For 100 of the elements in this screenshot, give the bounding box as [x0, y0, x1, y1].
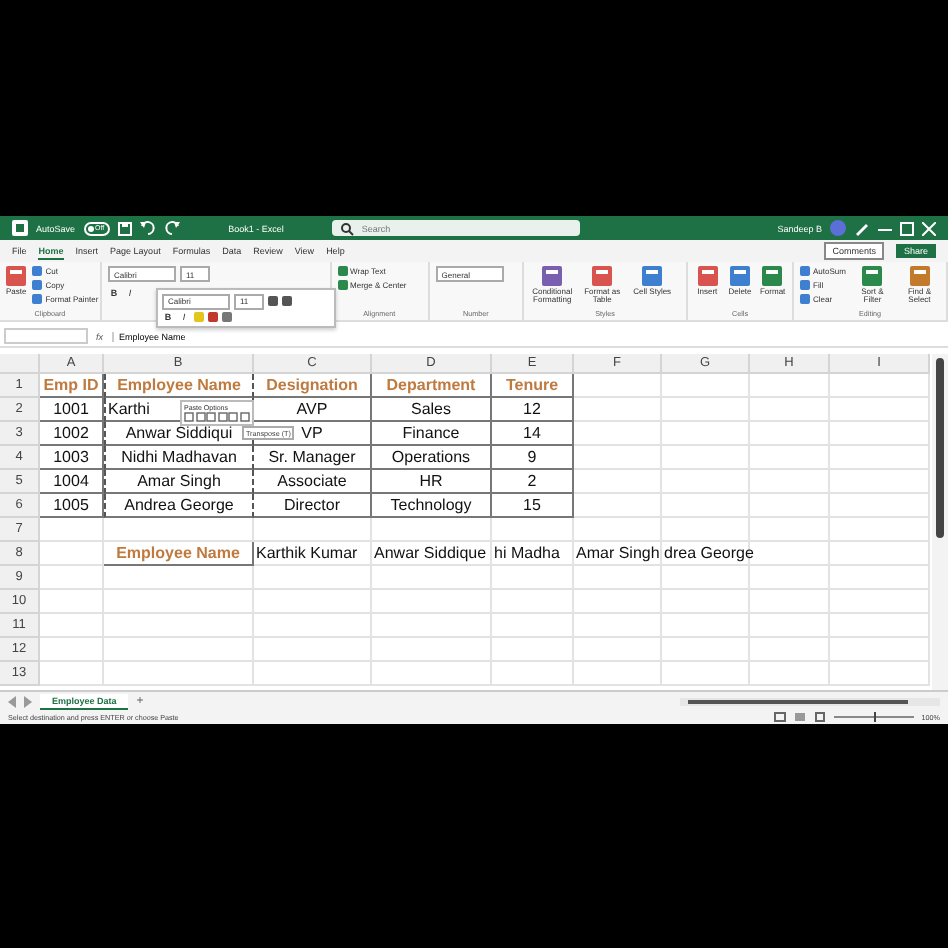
table-cell — [254, 614, 372, 638]
table-cell — [372, 518, 492, 542]
table-cell: 2 — [492, 470, 574, 494]
table-cell — [830, 590, 930, 614]
table-cell — [662, 470, 750, 494]
table-cell — [492, 614, 574, 638]
pen-icon[interactable] — [854, 220, 870, 236]
square-icon[interactable] — [282, 296, 292, 306]
square-icon[interactable] — [208, 312, 218, 322]
table-cell — [662, 518, 750, 542]
table-cell — [750, 590, 830, 614]
table-cell: 1005 — [40, 494, 104, 518]
left-arrow-icon[interactable] — [8, 695, 16, 707]
table-cell — [662, 638, 750, 662]
table-cell — [574, 566, 662, 590]
table-cell — [750, 518, 830, 542]
table-cell — [254, 566, 372, 590]
table-cell: Sr. Manager — [254, 446, 372, 470]
square-icon[interactable] — [222, 312, 232, 322]
vertical-scrollbar[interactable] — [932, 354, 948, 690]
table-cell: Tenure — [492, 374, 574, 398]
table-cell — [40, 662, 104, 686]
table-cell — [662, 494, 750, 518]
table-cell: Employee Name — [104, 374, 254, 398]
square-icon — [800, 266, 810, 276]
square-icon — [32, 280, 43, 290]
table-cell — [574, 494, 662, 518]
table-cell: Technology — [372, 494, 492, 518]
table-cell — [662, 614, 750, 638]
table-cell — [372, 614, 492, 638]
table-cell — [830, 422, 930, 446]
table-cell — [254, 518, 372, 542]
table-cell: Anwar Siddique — [372, 542, 492, 566]
table-cell — [254, 638, 372, 662]
table-cell: 1003 — [40, 446, 104, 470]
right-arrow-icon[interactable] — [24, 695, 32, 707]
table-cell — [492, 638, 574, 662]
table-cell — [750, 470, 830, 494]
table-cell — [750, 614, 830, 638]
horizontal-scrollbar[interactable] — [680, 697, 940, 705]
table-cell — [574, 398, 662, 422]
table-cell — [492, 566, 574, 590]
table-cell — [830, 518, 930, 542]
table-cell — [750, 398, 830, 422]
table-cell: drea George — [662, 542, 750, 566]
table-cell — [662, 590, 750, 614]
table-cell — [574, 446, 662, 470]
close-icon[interactable] — [922, 221, 936, 235]
table-cell — [492, 590, 574, 614]
table-cell — [574, 518, 662, 542]
table-cell: Amar Singh — [104, 470, 254, 494]
table-cell: Amar Singh — [574, 542, 662, 566]
maximize-icon[interactable] — [900, 221, 914, 235]
table-cell — [492, 662, 574, 686]
table-cell: 1004 — [40, 470, 104, 494]
table-cell — [662, 446, 750, 470]
table-cell — [830, 446, 930, 470]
square-icon — [337, 280, 348, 290]
table-cell — [372, 566, 492, 590]
square-icon[interactable] — [268, 296, 278, 306]
table-cell: Department — [372, 374, 492, 398]
table-cell: Andrea George — [104, 494, 254, 518]
square-icon — [800, 280, 810, 290]
table-cell — [372, 638, 492, 662]
table-cell: 15 — [492, 494, 574, 518]
table-cell — [662, 374, 750, 398]
table-cell — [662, 398, 750, 422]
table-cell — [492, 518, 574, 542]
table-cell: 1002 — [40, 422, 104, 446]
table-cell — [254, 590, 372, 614]
normal-view-icon[interactable] — [773, 712, 786, 722]
table-cell — [40, 590, 104, 614]
undo-icon[interactable] — [140, 220, 157, 236]
save-icon[interactable] — [118, 221, 133, 235]
table-cell — [830, 494, 930, 518]
table-cell: 12 — [492, 398, 574, 422]
table-cell: 9 — [492, 446, 574, 470]
table-cell — [574, 374, 662, 398]
table-cell — [830, 614, 930, 638]
page-layout-icon[interactable] — [793, 712, 806, 722]
table-cell — [40, 518, 104, 542]
square-icon — [32, 294, 43, 304]
search-icon — [339, 221, 354, 235]
table-cell: 1001 — [40, 398, 104, 422]
table-cell: Employee Name — [104, 542, 254, 566]
table-cell — [830, 542, 930, 566]
table-cell: Operations — [372, 446, 492, 470]
table-cell — [574, 638, 662, 662]
table-cell — [830, 374, 930, 398]
redo-icon[interactable] — [164, 220, 181, 236]
table-cell: Director — [254, 494, 372, 518]
square-icon — [337, 266, 348, 276]
table-cell — [750, 638, 830, 662]
table-cell — [830, 566, 930, 590]
table-cell — [830, 638, 930, 662]
table-cell — [750, 662, 830, 686]
square-icon — [32, 266, 43, 276]
table-cell — [574, 614, 662, 638]
square-icon — [800, 294, 810, 304]
table-cell — [574, 470, 662, 494]
